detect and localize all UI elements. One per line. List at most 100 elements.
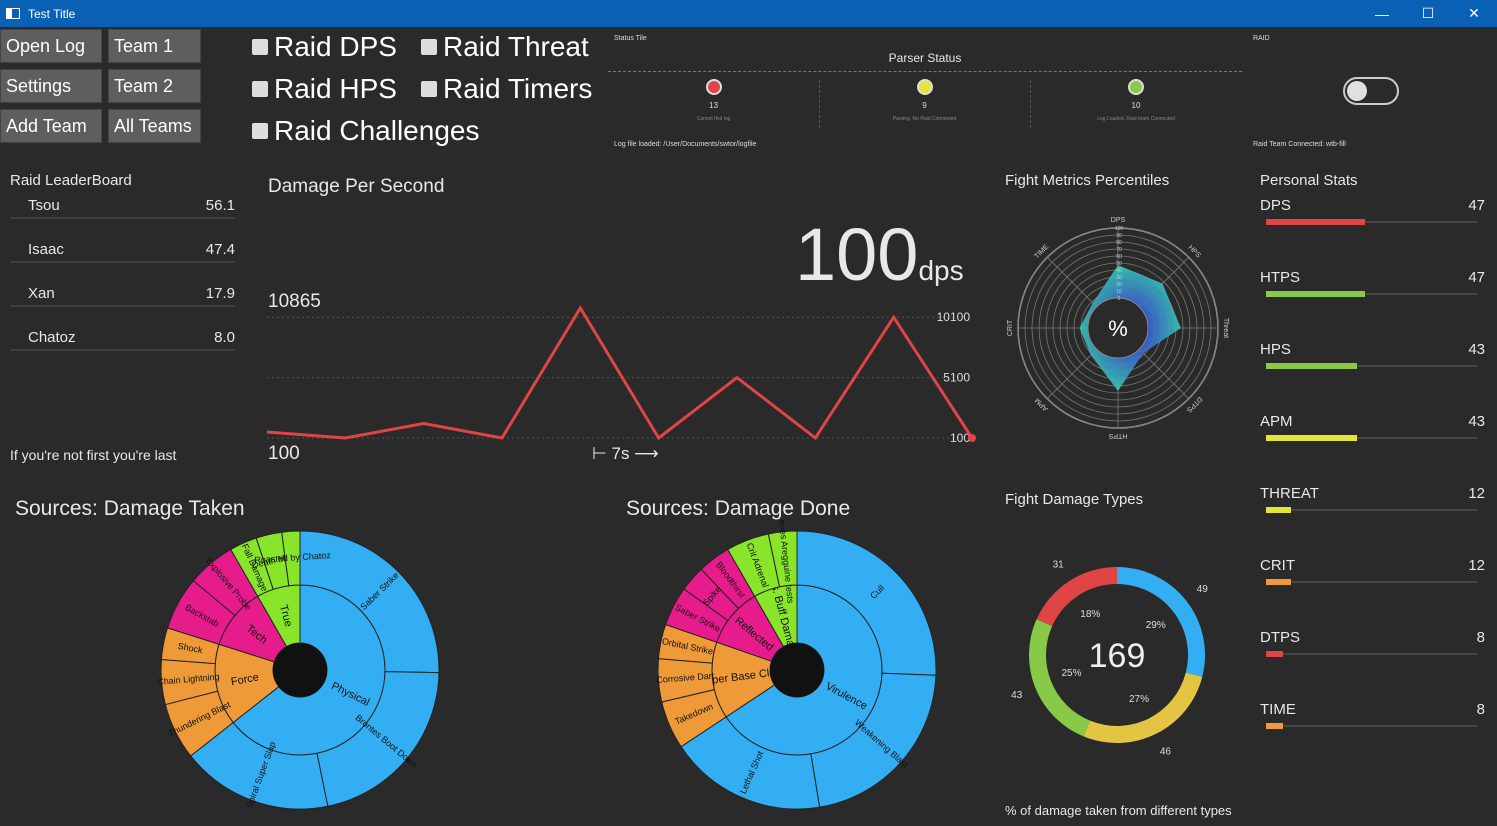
raid-connected-status: Raid Team Connected: wtb-fill <box>1253 141 1346 148</box>
player-value: 56.1 <box>205 197 235 214</box>
team2-button[interactable]: Team 2 <box>108 69 201 103</box>
donut-slice <box>1036 567 1117 627</box>
raid-dps-checkbox[interactable]: Raid DPS <box>252 31 397 63</box>
status-light-green: 10 Log Loaded, Raid team Connected <box>1030 79 1242 122</box>
settings-button[interactable]: Settings <box>0 69 102 103</box>
stat-row-hps: HPS 43 <box>1260 341 1485 381</box>
status-caption: Log Loaded, Raid team Connected <box>1097 116 1175 122</box>
stat-bar-track <box>1266 507 1477 513</box>
toggle-knob <box>1347 81 1367 101</box>
leaderboard-row: Isaac 47.4 <box>10 241 235 263</box>
radar-tick-label: 10 <box>1116 289 1122 295</box>
player-value: 8.0 <box>214 329 235 346</box>
donut-percent-label: 27% <box>1129 694 1149 705</box>
radar-chart: %0102030405060708090100DPSHPSThreatDTPSH… <box>1007 217 1229 439</box>
stat-row-dtps: DTPS 8 <box>1260 629 1485 669</box>
checkbox-box[interactable] <box>252 39 268 55</box>
donut-value-label: 43 <box>1011 690 1023 701</box>
stat-label: THREAT <box>1260 485 1319 502</box>
radar-tick-label: 20 <box>1116 282 1122 288</box>
stat-label: TIME <box>1260 701 1296 718</box>
stat-bar-track <box>1266 219 1477 225</box>
stat-row-apm: APM 43 <box>1260 413 1485 453</box>
stat-label: DTPS <box>1260 629 1301 646</box>
leaderboard-row: Chatoz 8.0 <box>10 329 235 351</box>
raid-challenges-checkbox[interactable]: Raid Challenges <box>252 115 479 147</box>
stat-bar-fill <box>1266 723 1283 729</box>
donut-percent-label: 29% <box>1146 620 1166 631</box>
damage-taken-sunburst: PhysicalForceTechTrueSaber StrikeBrontes… <box>157 530 440 810</box>
player-name: Isaac <box>28 241 64 258</box>
stat-label: HTPS <box>1260 269 1301 286</box>
checkbox-box[interactable] <box>421 39 437 55</box>
dps-chart-title: Damage Per Second <box>268 176 445 197</box>
stat-value: 43 <box>1468 413 1485 430</box>
damage-done-sunburst: VirulenceSniper Base ClassReflectedMis. … <box>656 520 937 810</box>
stat-bar-fill <box>1266 651 1283 657</box>
close-button[interactable]: ✕ <box>1451 0 1497 27</box>
donut-percent-label: 25% <box>1062 668 1082 679</box>
raid-hps-checkbox[interactable]: Raid HPS <box>252 73 397 105</box>
radar-tick-label: 30 <box>1116 275 1122 281</box>
stat-row-htps: HTPS 47 <box>1260 269 1485 309</box>
radar-spoke <box>1047 257 1098 308</box>
radar-tick-label: 60 <box>1116 254 1122 260</box>
radar-tick-label: 0 <box>1118 296 1121 302</box>
team1-button[interactable]: Team 1 <box>108 29 201 63</box>
player-value: 47.4 <box>205 241 235 258</box>
stat-label: APM <box>1260 413 1293 430</box>
status-caption: Cannot find log <box>696 116 731 122</box>
status-tile-title: Status Tile <box>614 35 647 42</box>
raid-threat-checkbox[interactable]: Raid Threat <box>421 31 589 63</box>
checkbox-box[interactable] <box>421 81 437 97</box>
donut-percent-label: 18% <box>1080 609 1100 620</box>
dps-tick-label: 5100 <box>943 371 970 385</box>
stat-value: 47 <box>1468 269 1485 286</box>
raid-panel-title: RAID <box>1253 35 1270 42</box>
player-name: Chatoz <box>28 329 76 346</box>
radar-title: Fight Metrics Percentiles <box>1005 172 1170 189</box>
status-led-icon <box>1128 79 1144 95</box>
radar-tick-label: 100 <box>1115 226 1124 232</box>
checkbox-box[interactable] <box>252 81 268 97</box>
status-light-yellow: 9 Parsing, No Raid Connected <box>819 79 1030 122</box>
stat-value: 12 <box>1468 485 1485 502</box>
stat-bar-track <box>1266 723 1477 729</box>
stat-row-crit: CRIT 12 <box>1260 557 1485 597</box>
player-value: 17.9 <box>205 285 235 302</box>
stat-bar-fill <box>1266 507 1292 513</box>
status-led-icon <box>705 79 722 95</box>
status-led-icon <box>916 79 933 95</box>
donut-center-label: 169 <box>1089 637 1146 675</box>
dps-current-readout: 100dps <box>795 212 964 297</box>
radar-spoke <box>1138 348 1189 399</box>
raid-threat-label: Raid Threat <box>443 31 589 62</box>
raid-toggle-switch[interactable] <box>1343 77 1399 105</box>
checkbox-box[interactable] <box>252 123 268 139</box>
sunburst-center <box>273 643 327 697</box>
window-controls: — ☐ ✕ <box>1359 0 1497 27</box>
open-log-button[interactable]: Open Log <box>0 29 102 63</box>
stat-bar-fill <box>1266 219 1366 225</box>
damage-taken-title: Sources: Damage Taken <box>15 497 245 520</box>
add-team-button[interactable]: Add Team <box>0 109 102 143</box>
leaderboard-row: Tsou 56.1 <box>10 197 235 219</box>
leaderboard-footer: If you're not first you're last <box>10 447 177 463</box>
dps-unit: dps <box>918 255 964 286</box>
stat-row-threat: THREAT 12 <box>1260 485 1485 525</box>
app-icon <box>6 8 20 19</box>
player-name: Tsou <box>28 197 60 214</box>
all-teams-button[interactable]: All Teams <box>108 109 201 143</box>
raid-timers-label: Raid Timers <box>443 73 593 104</box>
status-count: 9 <box>922 101 927 110</box>
dps-current-value: 100 <box>795 213 919 296</box>
minimize-button[interactable]: — <box>1359 0 1405 27</box>
maximize-button[interactable]: ☐ <box>1405 0 1451 27</box>
damage-types-donut: 49 29% 46 27% 43 25% 31 18% 169 <box>1011 559 1208 757</box>
stat-bar-fill <box>1266 291 1366 297</box>
raid-timers-checkbox[interactable]: Raid Timers <box>421 73 592 105</box>
stat-value: 43 <box>1468 341 1485 358</box>
status-caption: Parsing, No Raid Connected <box>892 116 957 122</box>
radar-tick-label: 50 <box>1116 261 1122 267</box>
status-count: 10 <box>1131 101 1141 110</box>
